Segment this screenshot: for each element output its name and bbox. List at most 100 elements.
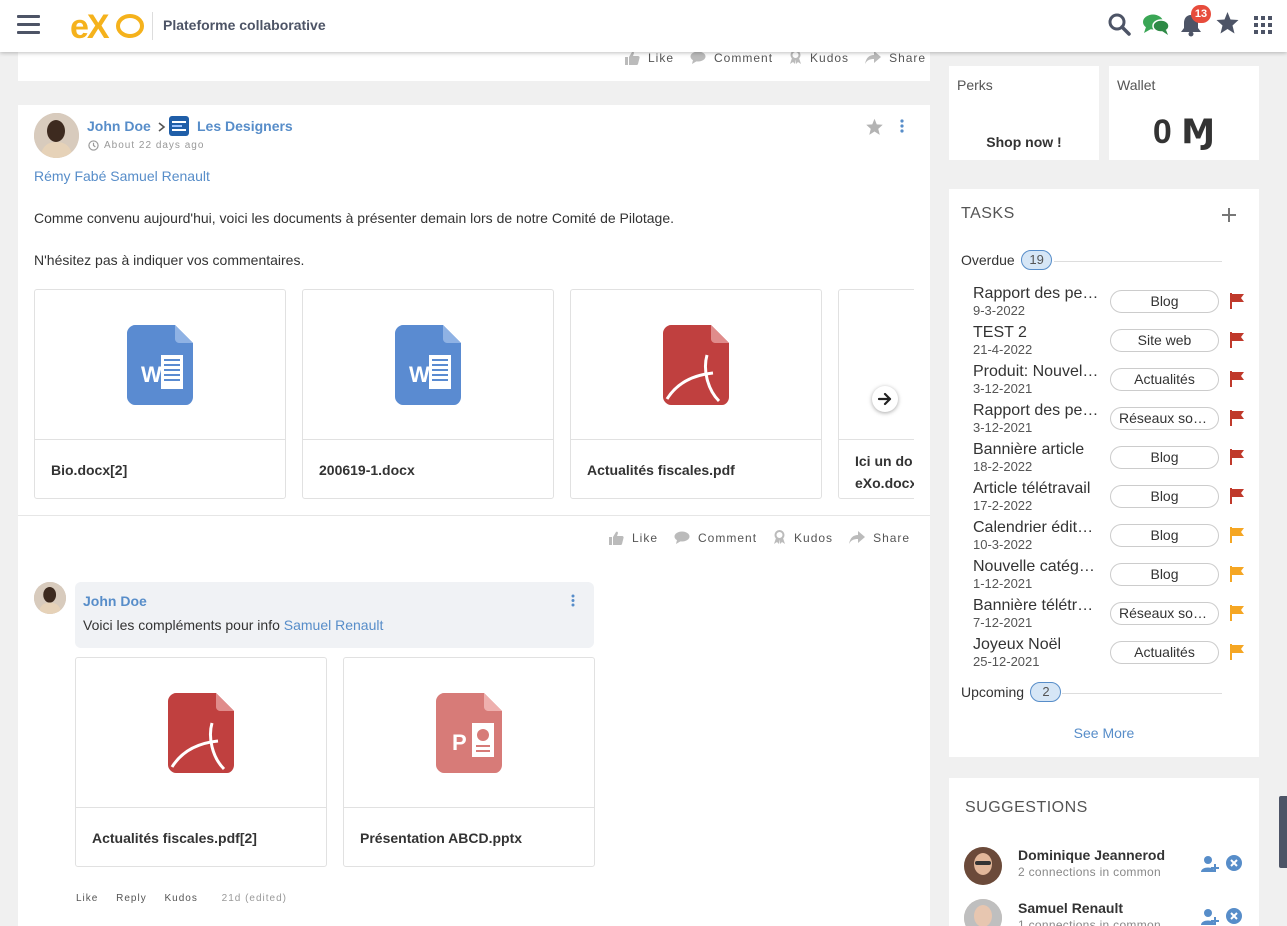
space-avatar[interactable]: [169, 116, 189, 136]
post-author[interactable]: John Doe: [87, 118, 151, 134]
comment-like-button[interactable]: Like: [76, 893, 98, 904]
share-button[interactable]: Share: [849, 531, 910, 545]
task-project[interactable]: Blog: [1110, 563, 1219, 586]
comment-attachment-tile[interactable]: Actualités fiscales.pdf[2]: [75, 657, 327, 867]
task-item[interactable]: Nouvelle catégorie 1-12-2021 Blog: [949, 558, 1259, 597]
comment-text: Voici les compléments pour info Samuel R…: [83, 617, 384, 633]
comment-bubble: John Doe Voici les compléments pour info…: [75, 582, 594, 648]
wallet-title: Wallet: [1117, 77, 1156, 93]
comment-reply-button[interactable]: Reply: [116, 893, 147, 904]
add-connection-icon[interactable]: [1201, 908, 1219, 926]
post-actions: Like Comment Kudos Share: [592, 530, 910, 545]
task-item[interactable]: Bannière article 18-2-2022 Blog: [949, 441, 1259, 480]
favorite-star-icon[interactable]: [865, 118, 884, 136]
attachment-tile[interactable]: Actualités fiscales.pdf: [570, 289, 822, 499]
task-item[interactable]: Bannière télétravail 7-12-2021 Réseaux soc…: [949, 597, 1259, 636]
wallet-widget: Wallet 0 Ɱ: [1109, 66, 1259, 160]
author-avatar[interactable]: [34, 113, 79, 158]
search-icon[interactable]: [1107, 12, 1131, 36]
task-title[interactable]: Produit: Nouvelle version: [973, 363, 1101, 381]
task-project[interactable]: Réseaux sociaux: [1110, 602, 1219, 625]
chat-icon[interactable]: [1142, 12, 1170, 36]
comment-more-icon[interactable]: [571, 594, 575, 608]
attachment-tile[interactable]: W 200619-1.docx: [302, 289, 554, 499]
task-title[interactable]: TEST 2: [973, 324, 1101, 342]
attachment-preview: [571, 290, 821, 440]
kudos-button[interactable]: Kudos: [789, 50, 849, 65]
comment-mention[interactable]: Samuel Renault: [284, 617, 384, 633]
task-item[interactable]: Rapport des performances9-3-2022 Blog: [949, 285, 1259, 324]
task-title[interactable]: Calendrier éditorial: [973, 519, 1101, 537]
suggestion-name[interactable]: Dominique Jeannerod: [1018, 847, 1165, 863]
task-title[interactable]: Rapport des performances: [973, 402, 1101, 420]
see-more-link[interactable]: See More: [949, 725, 1259, 741]
star-icon[interactable]: [1215, 11, 1240, 35]
arrow-right-icon: [877, 392, 892, 406]
task-project[interactable]: Réseaux sociaux: [1110, 407, 1219, 430]
task-project[interactable]: Site web: [1110, 329, 1219, 352]
attachment-tile[interactable]: W Bio.docx[2]: [34, 289, 286, 499]
post-mentions[interactable]: Rémy Fabé Samuel Renault: [34, 168, 210, 184]
carousel-next-button[interactable]: [872, 386, 898, 412]
kudos-button[interactable]: Kudos: [773, 530, 833, 545]
comment-author-avatar[interactable]: [34, 582, 66, 614]
comment-button[interactable]: Comment: [690, 51, 773, 65]
more-options-icon[interactable]: [900, 119, 904, 135]
exo-logo[interactable]: eX: [70, 5, 146, 45]
priority-flag-icon: [1230, 605, 1244, 621]
task-item[interactable]: Produit: Nouvelle version3-12-2021 Actual…: [949, 363, 1259, 402]
task-due-date: 18-2-2022: [973, 459, 1033, 474]
upcoming-label: Upcoming: [961, 684, 1025, 700]
chevron-right-icon: [158, 122, 166, 132]
task-project[interactable]: Blog: [1110, 524, 1219, 547]
add-task-icon[interactable]: [1221, 207, 1237, 223]
task-title[interactable]: Rapport des performances: [973, 285, 1101, 303]
suggestion-avatar[interactable]: [964, 899, 1002, 926]
comment-attachment-tile[interactable]: P Présentation ABCD.pptx: [343, 657, 595, 867]
kudos-icon: [774, 530, 786, 544]
task-due-date: 9-3-2022: [973, 303, 1026, 318]
suggestion-avatar[interactable]: [964, 847, 1002, 885]
like-button[interactable]: Like: [624, 51, 674, 65]
task-project[interactable]: Blog: [1110, 446, 1219, 469]
comment-icon: [690, 51, 706, 64]
task-project[interactable]: Blog: [1110, 485, 1219, 508]
suggestion-name[interactable]: Samuel Renault: [1018, 900, 1123, 916]
task-item[interactable]: Article télétravail 17-2-2022 Blog: [949, 480, 1259, 519]
comment-button[interactable]: Comment: [674, 531, 757, 545]
task-project[interactable]: Blog: [1110, 290, 1219, 313]
dismiss-suggestion-icon[interactable]: [1226, 908, 1242, 924]
task-project[interactable]: Actualités: [1110, 368, 1219, 391]
tasks-title: TASKS: [961, 205, 1015, 222]
kudos-icon: [790, 50, 802, 64]
task-item[interactable]: Calendrier éditorial 10-3-2022 Blog: [949, 519, 1259, 558]
task-due-date: 17-2-2022: [973, 498, 1033, 513]
post-space[interactable]: Les Designers: [197, 118, 293, 134]
task-title[interactable]: Bannière article: [973, 441, 1101, 459]
priority-flag-icon: [1230, 371, 1244, 387]
task-title[interactable]: Nouvelle catégorie: [973, 558, 1101, 576]
task-item[interactable]: Rapport des performances3-12-2021 Réseaux…: [949, 402, 1259, 441]
like-button[interactable]: Like: [608, 531, 658, 545]
post-time[interactable]: About 22 days ago: [104, 140, 204, 151]
task-title[interactable]: Bannière télétravail: [973, 597, 1101, 615]
dismiss-suggestion-icon[interactable]: [1226, 855, 1242, 871]
wallet-balance[interactable]: 0 Ɱ: [1109, 112, 1259, 152]
task-item[interactable]: Joyeux Noël 25-12-2021 Actualités: [949, 636, 1259, 675]
task-item[interactable]: TEST 2 21-4-2022 Site web: [949, 324, 1259, 363]
share-button[interactable]: Share: [865, 51, 926, 65]
apps-grid-icon[interactable]: [1254, 16, 1272, 34]
task-title[interactable]: Article télétravail: [973, 480, 1101, 498]
task-title[interactable]: Joyeux Noël: [973, 636, 1101, 654]
task-project[interactable]: Actualités: [1110, 641, 1219, 664]
menu-icon[interactable]: [17, 15, 40, 35]
post-text-2: N'hésitez pas à indiquer vos commentaire…: [34, 252, 305, 268]
attachment-preview: W: [303, 290, 553, 440]
site-title: Plateforme collaborative: [163, 17, 326, 33]
comment-author[interactable]: John Doe: [83, 593, 147, 609]
add-connection-icon[interactable]: [1201, 855, 1219, 873]
priority-flag-icon: [1230, 293, 1244, 309]
comment-kudos-button[interactable]: Kudos: [165, 893, 198, 904]
shop-now-link[interactable]: Shop now !: [949, 134, 1099, 150]
page-scrollbar-thumb[interactable]: [1279, 796, 1287, 868]
